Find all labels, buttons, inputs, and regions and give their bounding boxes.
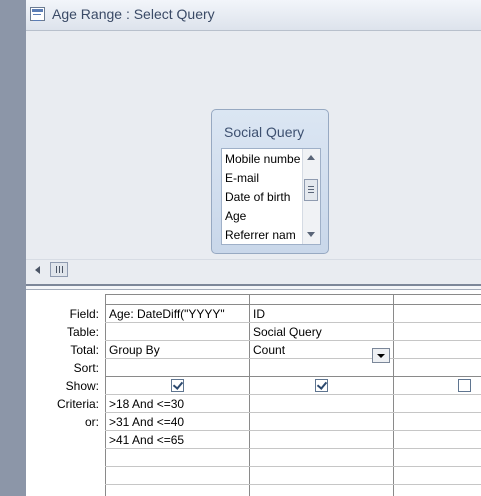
table-field-list-box[interactable]: Social Query Mobile numbe E-mail Date of… [211,109,329,254]
field-list-item[interactable]: Date of birth [225,188,301,206]
column1-table-cell[interactable] [109,323,247,341]
column1-or-cell-2[interactable]: >41 And <=65 [109,431,247,449]
column3-show-checkbox[interactable] [458,379,471,392]
title-bar[interactable]: Age Range : Select Query [26,0,481,31]
scroll-thumb[interactable] [304,179,318,201]
row-label-field: Field: [69,307,99,321]
field-list-item[interactable]: E-mail [225,169,301,187]
row-label-total: Total: [70,343,99,357]
query-grid-pane: Field: Table: Total: Sort: Show: Criteri… [26,290,481,496]
column3-total-cell[interactable] [397,341,479,359]
column2-criteria-cell[interactable] [253,395,391,413]
column1-or-cell[interactable]: >31 And <=40 [109,413,247,431]
scroll-left-arrow-icon[interactable] [35,266,40,274]
row-label-table: Table: [66,325,99,339]
column1-criteria-cell[interactable]: >18 And <=30 [109,395,247,413]
horizontal-scroll-thumb[interactable] [50,262,68,277]
query-window: Age Range : Select Query Social Query Mo… [26,0,481,496]
field-list-item[interactable]: Mobile numbe [225,150,301,168]
horizontal-scrollbar[interactable] [26,259,481,281]
column2-field-cell[interactable]: ID [253,305,391,323]
column3-criteria-cell[interactable] [397,395,479,413]
column3-or-cell[interactable] [397,413,479,431]
column3-sort-cell[interactable] [397,359,479,377]
query-design-pane[interactable]: Social Query Mobile numbe E-mail Date of… [26,31,481,259]
column1-total-cell[interactable]: Group By [109,341,247,359]
column3-field-cell[interactable] [397,305,479,323]
column2-or-cell-2[interactable] [253,431,391,449]
field-list-item[interactable]: Age [225,207,301,225]
field-list-item[interactable]: Referrer nam [225,226,301,244]
row-label-criteria: Criteria: [56,397,99,411]
column3-table-cell[interactable] [397,323,479,341]
column2-total-cell[interactable]: Count [253,341,369,359]
column2-or-cell[interactable] [253,413,391,431]
field-list[interactable]: Mobile numbe E-mail Date of birth Age Re… [221,148,321,245]
navigation-pane-edge [0,0,26,496]
column1-sort-cell[interactable] [109,359,247,377]
scroll-up-arrow-icon[interactable] [307,155,315,160]
row-label-show: Show: [65,379,99,393]
query-icon [30,7,45,21]
row-label-or: or: [84,415,99,429]
table-box-title[interactable]: Social Query [224,124,304,140]
query-design-grid[interactable]: Age: DateDiff("YYYY" ID Social Query Gro… [105,294,481,496]
row-label-sort: Sort: [73,361,99,375]
scroll-down-arrow-icon[interactable] [307,232,315,237]
column1-field-cell[interactable]: Age: DateDiff("YYYY" [109,305,247,323]
window-title: Age Range : Select Query [52,6,215,22]
column2-sort-cell[interactable] [253,359,391,377]
column2-table-cell[interactable]: Social Query [253,323,391,341]
column2-show-checkbox[interactable] [315,379,328,392]
field-list-scrollbar[interactable] [302,149,320,244]
column3-or-cell-2[interactable] [397,431,479,449]
column1-show-checkbox[interactable] [171,379,184,392]
